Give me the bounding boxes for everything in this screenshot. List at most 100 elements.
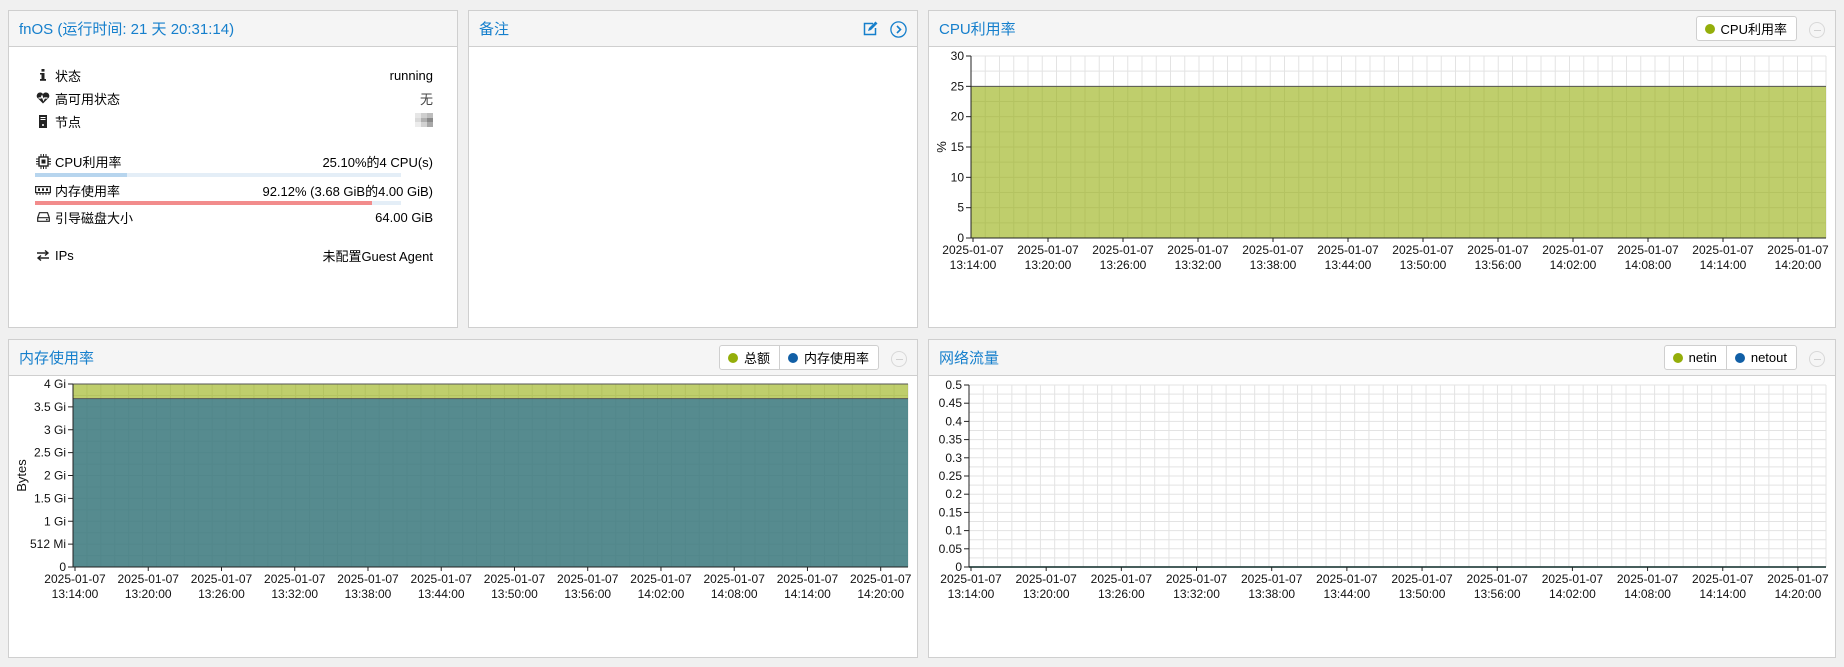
x-tick-label-date: 2025-01-07 [1467,572,1529,586]
y-axis-label: % [934,141,949,153]
y-tick-label: 0.3 [945,451,962,465]
y-tick-label: 0.45 [939,396,963,410]
collapse-icon[interactable] [1809,351,1825,367]
x-tick-label-date: 2025-01-07 [1316,572,1378,586]
x-tick-label-time: 14:20:00 [1775,258,1822,272]
mem-progress-bar [35,201,401,205]
y-tick-label: 0.25 [939,469,963,483]
status-panel-header: fnOS (运行时间: 21 天 20:31:14) [9,11,457,47]
x-tick-label-date: 2025-01-07 [44,572,106,586]
server-icon [35,114,51,128]
x-tick-label-date: 2025-01-07 [1542,243,1604,257]
x-tick-label-date: 2025-01-07 [118,572,180,586]
legend-dot [1734,352,1745,363]
x-tick-label-date: 2025-01-07 [1467,243,1529,257]
x-tick-label-date: 2025-01-07 [1092,243,1154,257]
y-tick-label: 0.15 [939,505,963,519]
mem-value: 92.12% (3.68 GiB的4.00 GiB) [262,183,433,199]
x-tick-label-time: 13:50:00 [1399,587,1446,601]
x-tick-label-date: 2025-01-07 [337,572,399,586]
notes-panel: 备注 [468,10,918,328]
y-tick-label: 1 Gi [44,514,66,528]
x-tick-label-date: 2025-01-07 [1317,243,1379,257]
y-tick-label: 10 [951,170,965,184]
notes-body[interactable] [469,47,917,327]
status-panel-body: 状态 running 高可用状态 无 节点 CPU利用率 25.10%的4 CP… [9,47,457,327]
x-tick-label-time: 13:56:00 [564,587,611,601]
y-tick-label: 3 Gi [44,423,66,437]
legend-label: 内存使用率 [803,351,869,366]
x-tick-label-date: 2025-01-07 [264,572,326,586]
x-tick-label-date: 2025-01-07 [1692,572,1754,586]
x-tick-label-date: 2025-01-07 [630,572,692,586]
x-tick-label-date: 2025-01-07 [191,572,253,586]
legend-item-mem-used[interactable]: 内存使用率 [780,346,878,369]
status-row-state: 状态 running [35,66,433,84]
memory-chart-panel: 内存使用率 总额 内存使用率 0 512 Mi 1 Gi 1.5 Gi 2 Gi 2.5 … [8,339,918,658]
notes-title: 备注 [479,21,510,38]
y-tick-label: 25 [951,79,965,93]
series-area-内存使用率 [73,398,908,567]
legend-label: CPU利用率 [1720,22,1787,37]
y-tick-label: 15 [951,140,965,154]
legend-item-total[interactable]: 总额 [720,346,780,369]
y-axis-label: Bytes [14,459,29,492]
x-tick-label-date: 2025-01-07 [850,572,912,586]
cpu-chart-title: CPU利用率 [939,21,1016,38]
chevron-right-circle-icon[interactable] [889,20,907,38]
x-tick-label-date: 2025-01-07 [1091,572,1153,586]
heartbeat-icon [35,92,51,104]
mem-chart-body: 0 512 Mi 1 Gi 1.5 Gi 2 Gi 2.5 Gi 3 Gi 3.5 Gi 4 G… [9,376,917,657]
y-tick-label: 20 [951,110,965,124]
y-tick-label: 4 Gi [44,377,66,391]
x-tick-label-date: 2025-01-07 [1017,243,1079,257]
cpu-chip-icon [35,153,51,169]
y-tick-label: 0.1 [945,524,962,538]
x-tick-label-date: 2025-01-07 [940,572,1002,586]
x-tick-label-time: 13:14:00 [52,587,99,601]
cpu-chart-body: 0 5 10 15 20 25 30% 2025-01-07 13:14:00 2025-01-0… [929,47,1835,327]
edit-icon[interactable] [861,20,879,38]
x-tick-label-date: 2025-01-07 [777,572,839,586]
legend-dot [787,352,798,363]
legend-label: netin [1688,350,1717,365]
x-tick-label-date: 2025-01-07 [1617,243,1679,257]
cpu-label: CPU利用率 [55,154,122,170]
legend-label: 总额 [743,351,770,366]
x-tick-label-time: 13:20:00 [1023,587,1070,601]
y-tick-label: 3.5 Gi [34,400,66,414]
mem-progress-fill [35,201,373,205]
series-area-CPU利用率 [971,86,1826,238]
ips-label: IPs [55,247,74,263]
x-tick-label-date: 2025-01-07 [484,572,546,586]
legend-item-netout[interactable]: netout [1727,346,1796,369]
collapse-icon[interactable] [1809,22,1825,38]
net-panel-header: 网络流量 netin netout [929,340,1835,376]
legend-item-cpu[interactable]: CPU利用率 [1697,17,1796,40]
x-tick-label-time: 13:50:00 [491,587,538,601]
y-tick-label: 1.5 Gi [34,491,66,505]
legend-item-netin[interactable]: netin [1665,346,1727,369]
x-tick-label-time: 13:14:00 [950,258,997,272]
status-row-ips: IPs 未配置Guest Agent [35,246,433,264]
notes-panel-header: 备注 [469,11,917,47]
x-tick-label-date: 2025-01-07 [1241,572,1303,586]
status-row-ha: 高可用状态 无 [35,89,433,107]
cpu-progress-fill [35,173,127,177]
net-legend: netin netout [1663,345,1797,370]
state-value: running [389,67,433,83]
cpu-chart: 051015202530%2025-01-0713:14:002025-01-0… [934,49,1829,272]
mem-legend: 总额 内存使用率 [718,345,879,370]
hdd-icon [35,212,51,222]
legend-dot [1672,352,1683,363]
x-tick-label-time: 14:08:00 [711,587,758,601]
x-tick-label-time: 14:14:00 [784,587,831,601]
ips-value: 未配置Guest Agent [322,248,433,264]
x-tick-label-date: 2025-01-07 [1617,572,1679,586]
x-tick-label-date: 2025-01-07 [1015,572,1077,586]
y-tick-label: 30 [951,49,965,63]
x-tick-label-time: 13:44:00 [1324,587,1371,601]
collapse-icon[interactable] [891,351,907,367]
x-tick-label-time: 13:38:00 [1250,258,1297,272]
y-tick-label: 0.35 [939,433,963,447]
